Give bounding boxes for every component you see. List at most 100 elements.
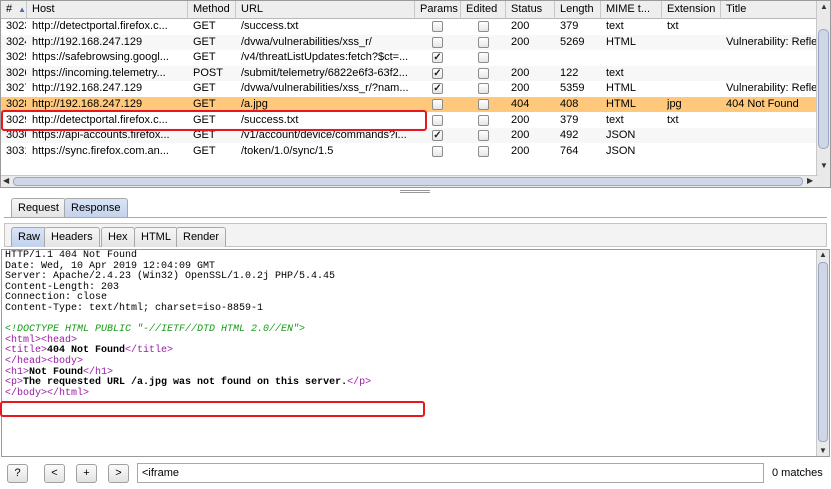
column-header-url[interactable]: URL — [236, 1, 415, 19]
scroll-down-icon[interactable]: ▼ — [820, 161, 828, 171]
column-header-mime-t[interactable]: MIME t... — [601, 1, 662, 19]
scroll-right-icon[interactable]: ▶ — [807, 176, 813, 186]
p-close-tag: </p> — [347, 377, 372, 389]
column-header-method[interactable]: Method — [188, 1, 236, 19]
edited-checkbox[interactable] — [478, 99, 489, 110]
doctype-line: <!DOCTYPE HTML PUBLIC "-//IETF//DTD HTML… — [5, 324, 306, 336]
column-header-extension[interactable]: Extension — [662, 1, 721, 19]
params-checkbox[interactable]: ✓ — [432, 67, 443, 79]
cell-length: 379 — [560, 20, 579, 32]
params-checkbox[interactable] — [432, 145, 443, 157]
help-button[interactable]: ? — [7, 464, 28, 483]
scroll-up-icon[interactable]: ▲ — [820, 2, 828, 12]
title-open-tag: <title> — [5, 345, 48, 357]
table-row[interactable]: 3023 http://detectportal.firefox.c... GET /… — [1, 19, 818, 34]
proxy-history-table[interactable]: # ▲ Host Method URL Params Edited Status Length M… — [0, 0, 831, 188]
table-row[interactable]: 3031 https://sync.firefox.com.an... GET/to… — [1, 144, 818, 159]
edited-checkbox[interactable] — [478, 145, 489, 157]
edited-checkbox[interactable] — [478, 67, 489, 79]
response-scroll-thumb[interactable] — [818, 262, 828, 442]
params-checkbox[interactable] — [432, 21, 443, 32]
tab-hex[interactable]: Hex — [101, 227, 135, 247]
add-search-button[interactable]: + — [76, 464, 97, 483]
response-vertical-scrollbar[interactable]: ▲ ▼ — [816, 250, 829, 456]
cell-status — [511, 50, 554, 65]
header-server: Server: Apache/2.4.23 (Win32) OpenSSL/1.… — [5, 271, 336, 283]
cell-ext — [667, 144, 720, 159]
cell-length — [560, 50, 600, 65]
column-header-length[interactable]: Length — [555, 1, 601, 19]
cell-title: 404 Not Found — [726, 98, 799, 110]
table-horizontal-scroll-thumb[interactable] — [13, 177, 803, 186]
cell-title: Vulnerability: Refle — [726, 35, 818, 48]
cell-length: 492 — [560, 129, 579, 142]
cell-title: Vulnerability: Refle — [726, 82, 818, 95]
table-row[interactable]: 3026 https://incoming.telemetry... POST/su… — [1, 65, 818, 81]
body-open-tag: <body> — [47, 355, 84, 367]
cell-mime: JSON — [606, 129, 636, 142]
cell-host: https://sync.firefox.com.an... — [32, 144, 169, 157]
header-connection: Connection: close — [5, 292, 108, 304]
next-match-button[interactable]: > — [108, 464, 129, 483]
column-header-status[interactable]: Status — [506, 1, 555, 19]
pane-splitter-handle[interactable] — [400, 190, 430, 193]
table-vertical-scroll-thumb[interactable] — [818, 29, 829, 149]
table-row[interactable]: 3025 https://safebrowsing.googl... GET/v4/… — [1, 50, 818, 65]
header-date: Date: Wed, 10 Apr 2019 12:04:09 GMT — [5, 260, 216, 272]
header-content-type: Content-Type: text/html; charset=iso-885… — [5, 302, 264, 314]
cell-title — [726, 144, 820, 159]
tab-html[interactable]: HTML — [134, 227, 178, 247]
cell-url: /submit/telemetry/6822e6f3-63f2... — [241, 66, 408, 79]
cell-status: 200 — [511, 35, 530, 48]
tab-render[interactable]: Render — [176, 227, 227, 247]
cell-url: /success.txt — [241, 20, 299, 32]
search-input[interactable]: <iframe — [137, 463, 764, 483]
column-header-edited[interactable]: Edited — [461, 1, 506, 19]
tab-headers[interactable]: Headers — [44, 227, 100, 247]
params-checkbox[interactable]: ✓ — [432, 52, 443, 64]
params-checkbox[interactable]: ✓ — [432, 83, 443, 95]
params-checkbox[interactable] — [432, 114, 443, 126]
response-text-editor[interactable]: HTTP/1.1 404 Not Found Date: Wed, 10 Apr… — [1, 249, 830, 457]
edited-checkbox[interactable] — [478, 83, 489, 95]
params-checkbox[interactable] — [432, 36, 443, 48]
table-horizontal-scrollbar[interactable]: ◀ ▶ — [1, 175, 818, 187]
cell-mime: text — [606, 66, 624, 79]
edited-checkbox[interactable] — [478, 52, 489, 64]
scroll-left-icon[interactable]: ◀ — [3, 176, 9, 186]
previous-match-button[interactable]: < — [44, 464, 65, 483]
edited-checkbox[interactable] — [478, 130, 489, 142]
params-checkbox[interactable]: ✓ — [432, 130, 443, 142]
match-count: 0 matches — [772, 467, 823, 479]
table-row[interactable]: 3027 http://192.168.247.129 GET/dvwa/vulne… — [1, 81, 818, 96]
cell-method: GET — [193, 51, 216, 64]
selected-row-highlight — [1, 110, 427, 131]
cell-status: 200 — [511, 20, 530, 32]
response-scroll-up-icon[interactable]: ▲ — [819, 250, 827, 260]
params-checkbox[interactable] — [432, 99, 443, 110]
cell-host: https://incoming.telemetry... — [32, 66, 166, 79]
cell-length: 5359 — [560, 82, 585, 95]
cell-mime: HTML — [606, 98, 636, 110]
edited-checkbox[interactable] — [478, 21, 489, 32]
cell-method: GET — [193, 144, 216, 157]
cell-mime: HTML — [606, 82, 636, 95]
cell-ext: txt — [667, 20, 679, 32]
column-header-title[interactable]: Title — [721, 1, 821, 19]
cell-ext — [667, 35, 720, 50]
response-scroll-down-icon[interactable]: ▼ — [819, 446, 827, 456]
edited-checkbox[interactable] — [478, 36, 489, 48]
tab-raw[interactable]: Raw — [11, 227, 48, 247]
cell-host: https://safebrowsing.googl... — [32, 51, 169, 64]
table-vertical-scrollbar[interactable]: ▲ ▼ — [816, 1, 830, 187]
tab-request[interactable]: Request — [11, 198, 66, 218]
edited-checkbox[interactable] — [478, 114, 489, 126]
column-header-[interactable]: # ▲ — [1, 1, 27, 19]
h1-text: Not Found — [29, 366, 84, 378]
head-close-tag: </head> — [5, 355, 48, 367]
column-header-host[interactable]: Host — [27, 1, 188, 19]
table-row[interactable]: 3024 http://192.168.247.129 GET/dvwa/vulne… — [1, 34, 818, 50]
column-header-params[interactable]: Params — [415, 1, 461, 19]
tab-response[interactable]: Response — [64, 198, 128, 218]
title-close-tag: </title> — [125, 345, 174, 357]
